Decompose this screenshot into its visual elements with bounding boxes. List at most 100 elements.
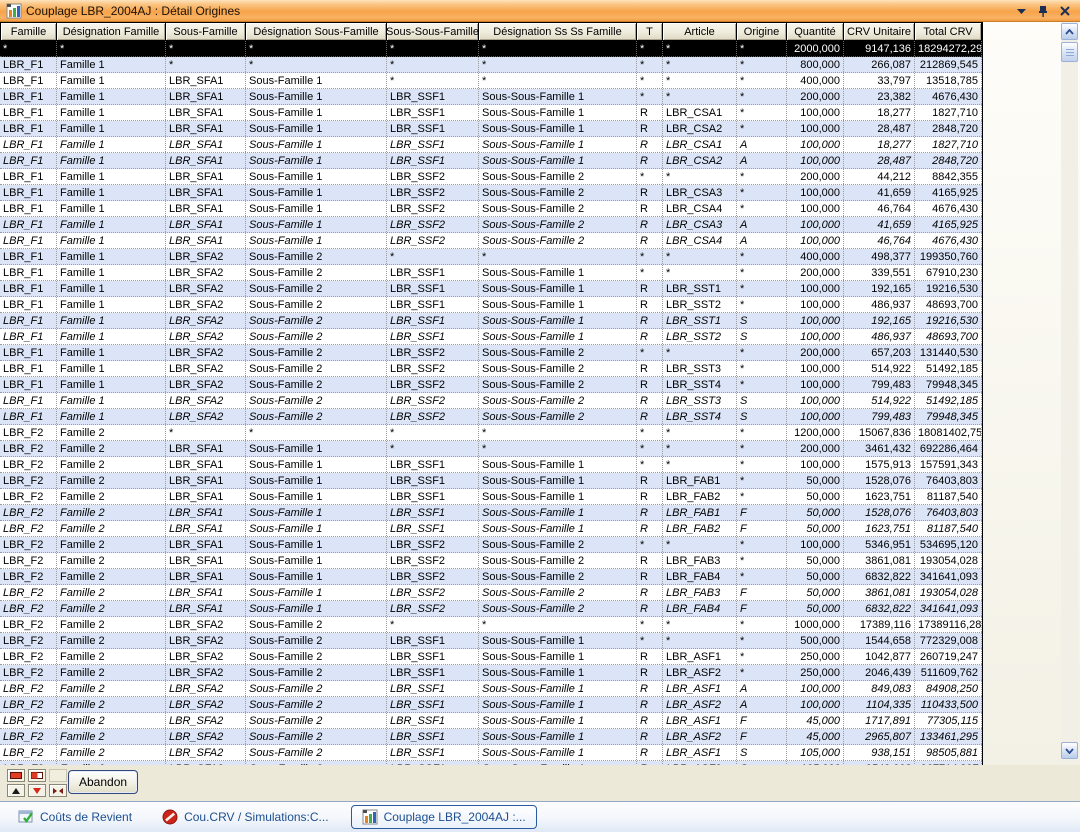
- cell[interactable]: 100,000: [787, 201, 844, 216]
- cell[interactable]: *: [637, 441, 663, 456]
- cell[interactable]: *: [737, 73, 787, 88]
- cell[interactable]: 212869,545: [915, 57, 982, 72]
- cell[interactable]: R: [637, 297, 663, 312]
- cell[interactable]: Sous-Sous-Famille 1: [479, 521, 637, 536]
- cell[interactable]: LBR_SSF1: [387, 105, 479, 120]
- cell[interactable]: Famille 2: [57, 521, 166, 536]
- cell[interactable]: LBR_F1: [0, 137, 57, 152]
- expand-up-button[interactable]: [7, 784, 25, 797]
- cell[interactable]: Sous-Famille 2: [246, 633, 387, 648]
- cell[interactable]: Famille 1: [57, 73, 166, 88]
- cell[interactable]: LBR_SSF2: [387, 569, 479, 584]
- table-row[interactable]: LBR_F1Famille 1LBR_SFA1Sous-Famille 1LBR…: [0, 169, 982, 185]
- cell[interactable]: 51492,185: [915, 393, 982, 408]
- table-row[interactable]: LBR_F1Famille 1LBR_SFA1Sous-Famille 1LBR…: [0, 105, 982, 121]
- cell[interactable]: 79948,345: [915, 377, 982, 392]
- cell[interactable]: 514,922: [844, 361, 915, 376]
- cell[interactable]: Famille 1: [57, 137, 166, 152]
- cell[interactable]: LBR_SFA1: [166, 73, 246, 88]
- cell[interactable]: 110433,500: [915, 697, 982, 712]
- cell[interactable]: LBR_F2: [0, 553, 57, 568]
- cell[interactable]: 33,797: [844, 73, 915, 88]
- cell[interactable]: LBR_SSF1: [387, 121, 479, 136]
- scroll-thumb[interactable]: [1061, 42, 1078, 62]
- cell[interactable]: Sous-Famille 2: [246, 361, 387, 376]
- cell[interactable]: LBR_SSF1: [387, 729, 479, 744]
- cell[interactable]: LBR_SSF2: [387, 169, 479, 184]
- cell[interactable]: Famille 1: [57, 329, 166, 344]
- cell[interactable]: 8842,355: [915, 169, 982, 184]
- cell[interactable]: LBR_F1: [0, 361, 57, 376]
- cell[interactable]: 4676,430: [915, 233, 982, 248]
- cell[interactable]: LBR_F1: [0, 377, 57, 392]
- window-menu-arrow-icon[interactable]: [1014, 4, 1028, 18]
- cell[interactable]: Sous-Famille 1: [246, 73, 387, 88]
- cell[interactable]: LBR_SFA2: [166, 633, 246, 648]
- cell[interactable]: *: [737, 553, 787, 568]
- table-row[interactable]: LBR_F2Famille 2LBR_SFA1Sous-Famille 1LBR…: [0, 489, 982, 505]
- cell[interactable]: R: [637, 665, 663, 680]
- cell[interactable]: 131440,530: [915, 345, 982, 360]
- cell[interactable]: R: [637, 217, 663, 232]
- cell[interactable]: 486,937: [844, 297, 915, 312]
- cell[interactable]: LBR_F2: [0, 665, 57, 680]
- table-row[interactable]: LBR_F1Famille 1LBR_SFA1Sous-Famille 1LBR…: [0, 201, 982, 217]
- cell[interactable]: *: [737, 377, 787, 392]
- cell[interactable]: Famille 1: [57, 361, 166, 376]
- cell[interactable]: LBR_F2: [0, 441, 57, 456]
- cell[interactable]: Famille 1: [57, 105, 166, 120]
- cell[interactable]: Sous-Sous-Famille 1: [479, 489, 637, 504]
- cell[interactable]: *: [637, 537, 663, 552]
- cell[interactable]: *: [737, 281, 787, 296]
- cell[interactable]: LBR_F1: [0, 105, 57, 120]
- cell[interactable]: 50,000: [787, 473, 844, 488]
- cell[interactable]: LBR_F2: [0, 521, 57, 536]
- cell[interactable]: LBR_SFA1: [166, 217, 246, 232]
- cell[interactable]: R: [637, 585, 663, 600]
- cell[interactable]: 200,000: [787, 441, 844, 456]
- cell[interactable]: 2965,807: [844, 729, 915, 744]
- cell[interactable]: 100,000: [787, 457, 844, 472]
- cell[interactable]: LBR_SSF1: [387, 713, 479, 728]
- cell[interactable]: 341641,093: [915, 569, 982, 584]
- cell[interactable]: LBR_SSF1: [387, 281, 479, 296]
- cell[interactable]: Sous-Famille 2: [246, 409, 387, 424]
- cell[interactable]: LBR_SSF1: [387, 313, 479, 328]
- cell[interactable]: LBR_SFA1: [166, 601, 246, 616]
- cell[interactable]: LBR_ASF2: [663, 729, 737, 744]
- cell[interactable]: LBR_SSF2: [387, 585, 479, 600]
- table-row[interactable]: LBR_F1Famille 1LBR_SFA1Sous-Famille 1LBR…: [0, 185, 982, 201]
- cell[interactable]: LBR_ASF1: [663, 649, 737, 664]
- cell[interactable]: *: [479, 57, 637, 72]
- cell[interactable]: Famille 1: [57, 297, 166, 312]
- cell[interactable]: Sous-Famille 2: [246, 329, 387, 344]
- cell[interactable]: *: [663, 425, 737, 440]
- cell[interactable]: S: [737, 313, 787, 328]
- cell[interactable]: LBR_F1: [0, 233, 57, 248]
- cell[interactable]: 18,277: [844, 105, 915, 120]
- cell[interactable]: 1827,710: [915, 105, 982, 120]
- cell[interactable]: Famille 1: [57, 249, 166, 264]
- cell[interactable]: Famille 2: [57, 617, 166, 632]
- cell[interactable]: 17389116,288: [915, 617, 982, 632]
- cell[interactable]: Sous-Sous-Famille 2: [479, 601, 637, 616]
- cell[interactable]: LBR_SST2: [663, 297, 737, 312]
- cell[interactable]: LBR_F1: [0, 121, 57, 136]
- cell[interactable]: LBR_SST3: [663, 361, 737, 376]
- cell[interactable]: R: [637, 601, 663, 616]
- table-row[interactable]: LBR_F1Famille 1LBR_SFA2Sous-Famille 2LBR…: [0, 377, 982, 393]
- table-row[interactable]: LBR_F1Famille 1LBR_SFA2Sous-Famille 2LBR…: [0, 409, 982, 425]
- cell[interactable]: 100,000: [787, 121, 844, 136]
- cell[interactable]: 1104,335: [844, 697, 915, 712]
- cell[interactable]: LBR_SFA2: [166, 665, 246, 680]
- cell[interactable]: LBR_SSF2: [387, 185, 479, 200]
- cell[interactable]: *: [737, 361, 787, 376]
- cell[interactable]: LBR_F1: [0, 153, 57, 168]
- cell[interactable]: Famille 1: [57, 393, 166, 408]
- cell[interactable]: Famille 2: [57, 457, 166, 472]
- cell[interactable]: LBR_SSF2: [387, 377, 479, 392]
- cell[interactable]: Famille 2: [57, 745, 166, 760]
- cell[interactable]: LBR_F2: [0, 505, 57, 520]
- cell[interactable]: R: [637, 713, 663, 728]
- cell[interactable]: 192,165: [844, 313, 915, 328]
